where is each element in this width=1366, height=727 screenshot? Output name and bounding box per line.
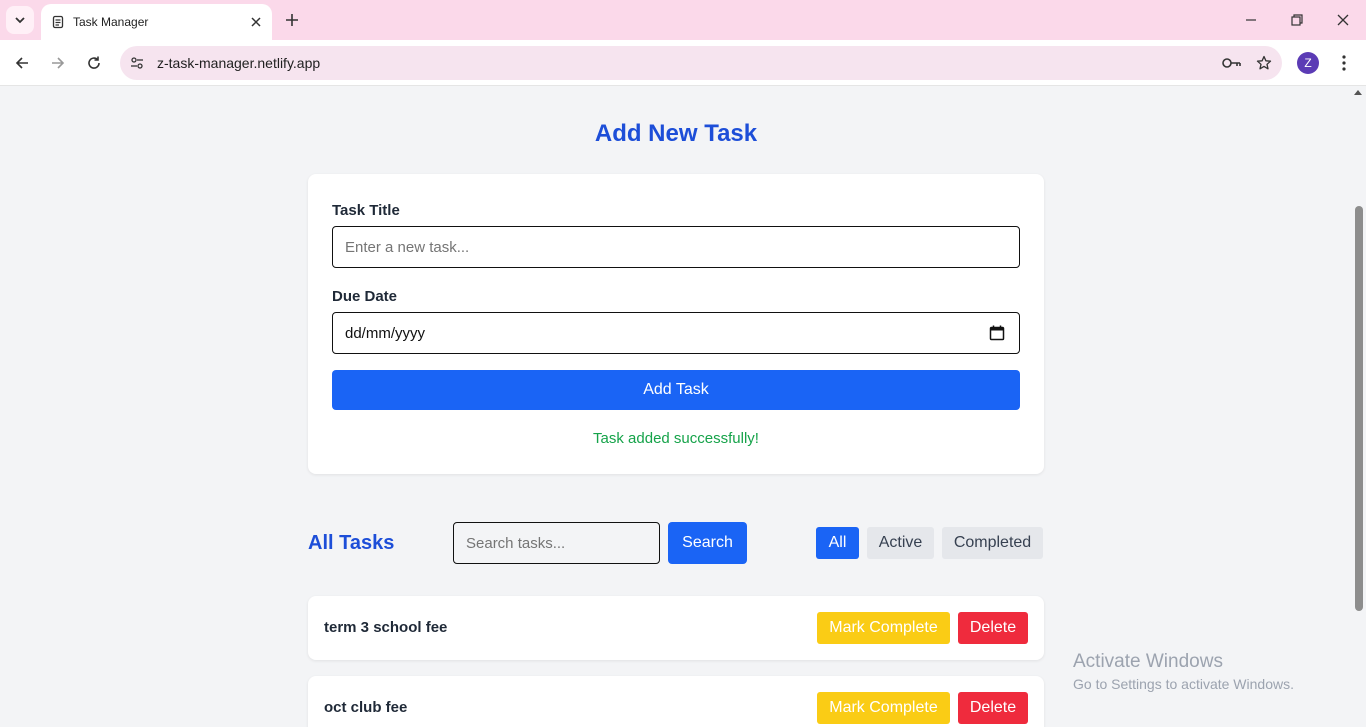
scrollbar-thumb[interactable] bbox=[1355, 206, 1363, 611]
profile-avatar[interactable]: Z bbox=[1297, 52, 1319, 74]
reload-icon bbox=[88, 56, 100, 69]
due-date-label: Due Date bbox=[332, 288, 398, 305]
minimize-icon bbox=[1246, 19, 1256, 21]
calendar-icon[interactable] bbox=[989, 325, 1005, 341]
window-close-icon bbox=[1337, 14, 1349, 26]
page-scrollbar[interactable] bbox=[1351, 86, 1366, 727]
tab-title: Task Manager bbox=[73, 15, 149, 29]
tab-list-button[interactable] bbox=[6, 6, 34, 34]
due-date-value: dd/mm/yyyy bbox=[345, 324, 426, 342]
back-button[interactable] bbox=[8, 49, 36, 77]
windows-activation-watermark: Activate Windows Go to Settings to activ… bbox=[1073, 651, 1294, 692]
watermark-subtitle: Go to Settings to activate Windows. bbox=[1073, 676, 1294, 692]
scroll-up-arrow-icon[interactable] bbox=[1354, 90, 1362, 95]
minimize-button[interactable] bbox=[1239, 8, 1263, 32]
plus-icon bbox=[286, 14, 298, 26]
more-vert-icon[interactable] bbox=[1332, 50, 1356, 76]
status-message: Task added successfully! bbox=[593, 430, 759, 447]
chevron-down-icon bbox=[15, 17, 25, 24]
watermark-title: Activate Windows bbox=[1073, 651, 1223, 672]
restore-button[interactable] bbox=[1285, 8, 1309, 32]
password-key-icon[interactable] bbox=[1218, 49, 1246, 77]
browser-titlebar: Task Manager bbox=[0, 0, 1366, 40]
search-input[interactable]: Search tasks... bbox=[453, 522, 660, 564]
filter-completed-button[interactable]: Completed bbox=[942, 527, 1043, 559]
task-row: term 3 school fee Mark Complete Delete bbox=[308, 596, 1044, 660]
browser-toolbar: z-task-manager.netlify.app bbox=[0, 40, 1366, 86]
back-icon bbox=[15, 57, 28, 69]
url-text[interactable]: z-task-manager.netlify.app bbox=[157, 55, 1218, 71]
delete-button[interactable]: Delete bbox=[958, 612, 1028, 644]
task-title-input[interactable]: Enter a new task... bbox=[332, 226, 1020, 268]
forward-button[interactable] bbox=[44, 49, 72, 77]
tab-close-icon[interactable] bbox=[246, 12, 266, 32]
task-title: term 3 school fee bbox=[324, 619, 448, 636]
all-tasks-heading: All Tasks bbox=[308, 532, 395, 554]
task-row: oct club fee Mark Complete Delete bbox=[308, 676, 1044, 727]
star-icon[interactable] bbox=[1250, 49, 1278, 77]
restore-icon bbox=[1291, 14, 1303, 26]
delete-button[interactable]: Delete bbox=[958, 692, 1028, 724]
task-title: oct club fee bbox=[324, 699, 408, 716]
browser-tab[interactable]: Task Manager bbox=[41, 4, 272, 40]
address-bar[interactable]: z-task-manager.netlify.app bbox=[120, 46, 1282, 80]
due-date-input[interactable]: dd/mm/yyyy bbox=[332, 312, 1020, 354]
window-close-button[interactable] bbox=[1331, 8, 1355, 32]
task-title-placeholder: Enter a new task... bbox=[345, 238, 470, 256]
forward-icon bbox=[52, 57, 65, 69]
mark-complete-button[interactable]: Mark Complete bbox=[817, 692, 950, 724]
new-tab-button[interactable] bbox=[280, 8, 304, 32]
add-task-button[interactable]: Add Task bbox=[332, 370, 1020, 410]
page-title: Add New Task bbox=[594, 120, 758, 147]
site-info-icon[interactable] bbox=[125, 51, 149, 75]
document-icon bbox=[51, 15, 65, 29]
search-placeholder: Search tasks... bbox=[466, 534, 566, 552]
filter-all-button[interactable]: All bbox=[816, 527, 859, 559]
reload-button[interactable] bbox=[80, 49, 108, 77]
search-button[interactable]: Search bbox=[668, 522, 747, 564]
mark-complete-button[interactable]: Mark Complete bbox=[817, 612, 950, 644]
add-task-card: Task Title Enter a new task... Due Date … bbox=[308, 174, 1044, 474]
filter-active-button[interactable]: Active bbox=[867, 527, 934, 559]
task-title-label: Task Title bbox=[332, 202, 400, 219]
